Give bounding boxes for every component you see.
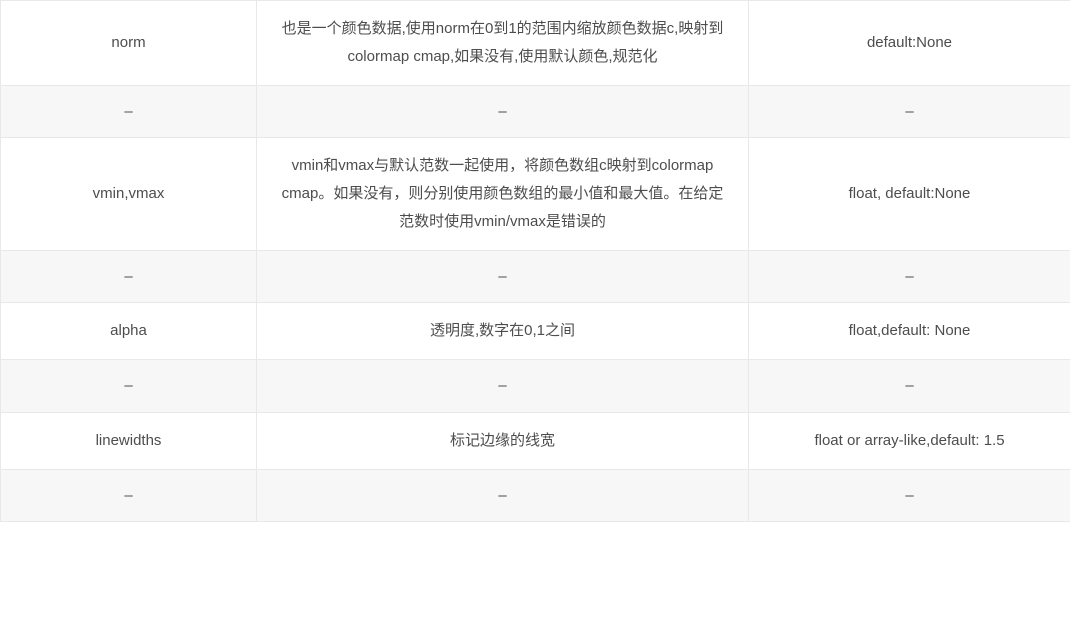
param-name-cell: linewidths — [1, 412, 257, 469]
separator-row: ––– — [1, 360, 1070, 413]
separator-cell: – — [1, 250, 257, 303]
param-name-cell: vmin,vmax — [1, 138, 257, 250]
separator-row: ––– — [1, 469, 1070, 522]
param-name-cell: alpha — [1, 303, 257, 360]
param-type-cell: float,default: None — [749, 303, 1070, 360]
param-desc-cell: vmin和vmax与默认范数一起使用，将颜色数组c映射到colormap cma… — [257, 138, 749, 250]
separator-cell: – — [1, 85, 257, 138]
separator-cell: – — [749, 360, 1070, 413]
param-type-cell: float or array-like,default: 1.5 — [749, 412, 1070, 469]
separator-cell: – — [1, 360, 257, 413]
param-type-cell: float, default:None — [749, 138, 1070, 250]
param-table: norm也是一个颜色数据,使用norm在0到1的范围内缩放颜色数据c,映射到co… — [0, 0, 1070, 522]
table-row: norm也是一个颜色数据,使用norm在0到1的范围内缩放颜色数据c,映射到co… — [1, 1, 1070, 86]
table-row: alpha透明度,数字在0,1之间float,default: None — [1, 303, 1070, 360]
separator-cell: – — [749, 250, 1070, 303]
param-desc-cell: 标记边缘的线宽 — [257, 412, 749, 469]
separator-cell: – — [749, 469, 1070, 522]
table-row: vmin,vmaxvmin和vmax与默认范数一起使用，将颜色数组c映射到col… — [1, 138, 1070, 250]
separator-row: ––– — [1, 250, 1070, 303]
separator-cell: – — [257, 85, 749, 138]
param-type-cell: default:None — [749, 1, 1070, 86]
param-desc-cell: 透明度,数字在0,1之间 — [257, 303, 749, 360]
separator-cell: – — [257, 469, 749, 522]
separator-cell: – — [1, 469, 257, 522]
separator-row: ––– — [1, 85, 1070, 138]
separator-cell: – — [257, 360, 749, 413]
separator-cell: – — [749, 85, 1070, 138]
separator-cell: – — [257, 250, 749, 303]
table-row: linewidths标记边缘的线宽float or array-like,def… — [1, 412, 1070, 469]
param-desc-cell: 也是一个颜色数据,使用norm在0到1的范围内缩放颜色数据c,映射到colorm… — [257, 1, 749, 86]
param-name-cell: norm — [1, 1, 257, 86]
